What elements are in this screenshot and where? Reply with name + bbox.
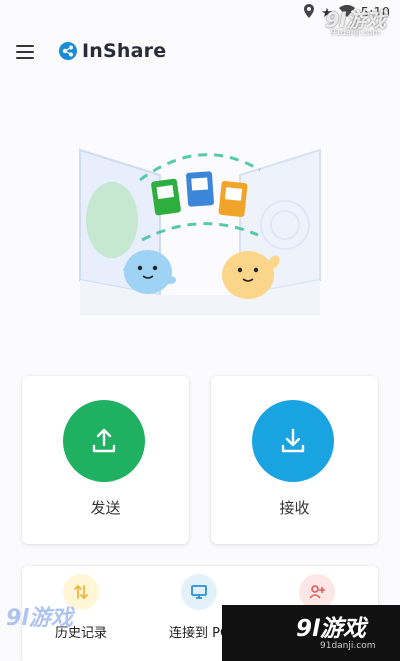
menu-icon-bar (16, 57, 34, 59)
menu-icon (16, 45, 34, 47)
upload-icon (92, 428, 116, 453)
app-toolbar: InShare (0, 28, 400, 76)
location-icon (303, 4, 315, 22)
status-bar: ★ 5:10 9l游戏 91danji.com (0, 0, 400, 37)
menu-button[interactable] (16, 40, 40, 64)
watermark-site: 91danji.com (320, 641, 376, 651)
receive-card[interactable]: 接收 (211, 376, 378, 544)
download-icon (281, 428, 305, 453)
watermark-left-logo: 9l游戏 (6, 606, 73, 631)
watermark-banner: 9l游戏 91danji.com (222, 605, 400, 661)
inshare-logo-icon (59, 42, 77, 60)
receive-button[interactable] (252, 400, 334, 482)
send-label: 发送 (90, 499, 121, 517)
send-card[interactable]: 发送 (22, 376, 189, 544)
monitor-icon (181, 574, 217, 610)
send-button[interactable] (63, 400, 145, 482)
menu-icon-bar (16, 51, 34, 53)
watermark-brand: 9l游戏 (296, 616, 366, 642)
app-title: InShare (82, 40, 167, 62)
hero-illustration (79, 148, 321, 315)
receive-label: 接收 (279, 499, 310, 517)
